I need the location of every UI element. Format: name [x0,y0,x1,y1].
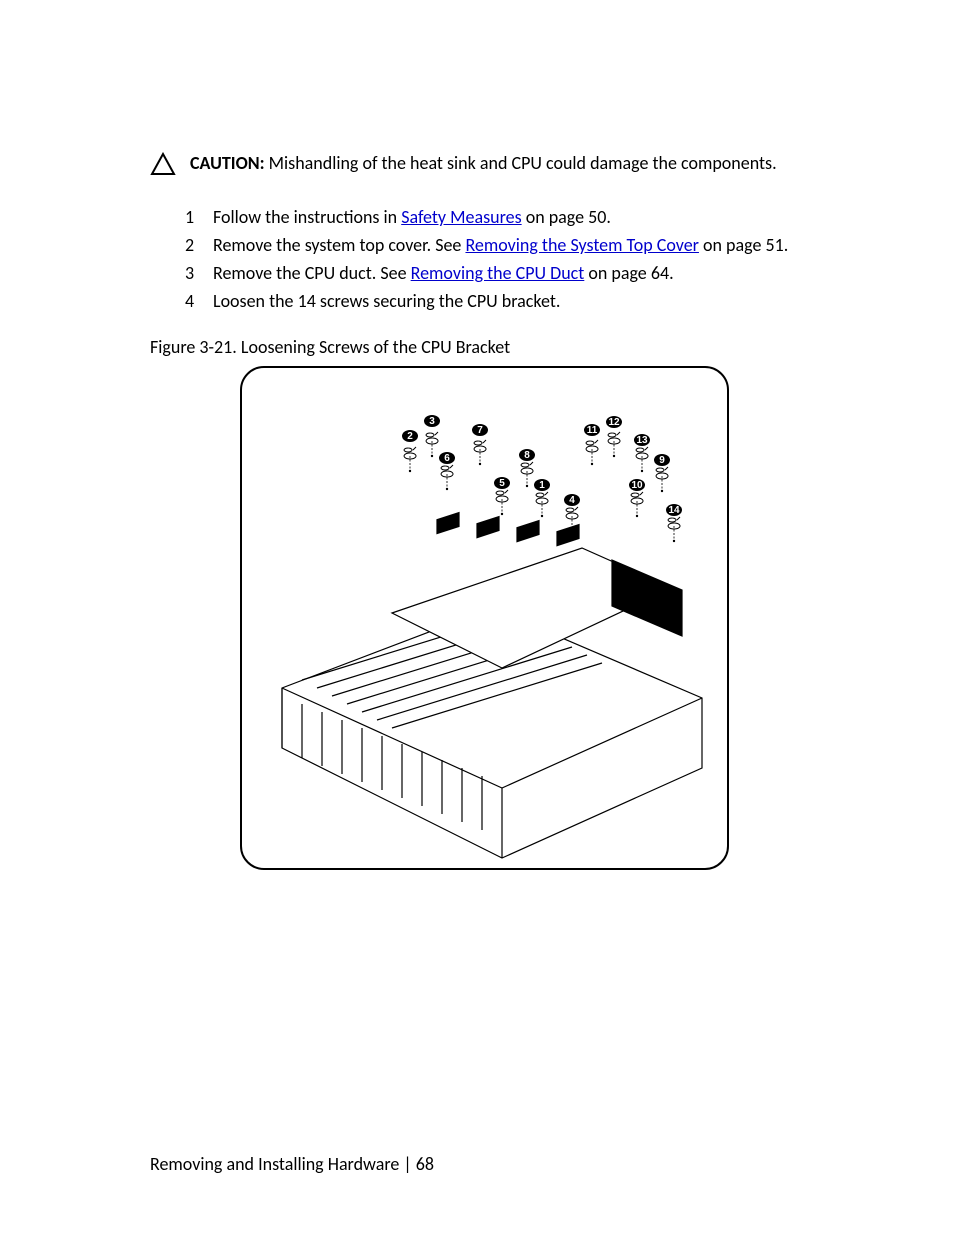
step-1-suffix: on page 50. [522,206,611,228]
page-footer: Removing and Installing Hardware | 68 [150,1153,434,1175]
procedure-steps: Follow the instructions in Safety Measur… [185,204,824,316]
hardware-diagram-icon: 2 3 6 7 5 8 1 4 [242,368,727,868]
svg-text:4: 4 [569,495,575,506]
step-2-suffix: on page 51. [699,234,788,256]
step-1-prefix: Follow the instructions in [213,206,401,228]
svg-text:12: 12 [608,417,620,428]
figure-diagram: 2 3 6 7 5 8 1 4 [240,366,729,870]
svg-text:5: 5 [499,478,505,489]
svg-text:11: 11 [587,425,598,436]
svg-text:7: 7 [477,425,483,436]
link-removing-top-cover[interactable]: Removing the System Top Cover [465,234,698,256]
svg-text:8: 8 [524,450,530,461]
footer-title: Removing and Installing Hardware [150,1153,399,1175]
step-2-prefix: Remove the system top cover. See [213,234,465,256]
svg-text:6: 6 [444,453,450,464]
link-safety-measures[interactable]: Safety Measures [401,206,521,228]
step-3-prefix: Remove the CPU duct. See [213,262,411,284]
svg-text:2: 2 [407,431,413,442]
figure-caption: Figure 3-21. Loosening Screws of the CPU… [150,336,824,358]
svg-text:10: 10 [631,480,643,491]
svg-text:13: 13 [636,435,648,446]
step-4-text: Loosen the 14 screws securing the CPU br… [213,290,560,312]
svg-text:14: 14 [668,505,680,516]
svg-text:3: 3 [429,416,435,427]
svg-text:1: 1 [539,480,545,491]
footer-sep: | [399,1153,415,1175]
caution-triangle-icon [150,152,176,176]
svg-text:9: 9 [659,455,665,466]
step-2: Remove the system top cover. See Removin… [185,232,824,260]
caution-text: CAUTION: Mishandling of the heat sink an… [190,150,777,176]
caution-body: Mishandling of the heat sink and CPU cou… [265,152,777,174]
link-removing-cpu-duct[interactable]: Removing the CPU Duct [411,262,585,284]
step-1: Follow the instructions in Safety Measur… [185,204,824,232]
caution-lead: CAUTION: [190,152,265,174]
step-3: Remove the CPU duct. See Removing the CP… [185,260,824,288]
step-3-suffix: on page 64. [584,262,673,284]
step-4: Loosen the 14 screws securing the CPU br… [185,288,824,316]
footer-page: 68 [416,1153,434,1175]
caution-block: CAUTION: Mishandling of the heat sink an… [150,150,824,176]
